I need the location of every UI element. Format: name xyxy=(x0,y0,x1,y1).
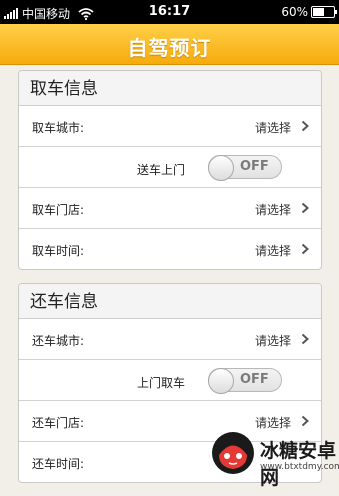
pickup-store-label: 取车门店: xyxy=(32,203,85,217)
pickup-city-value: 请选择 xyxy=(254,121,291,135)
pickup-time-row[interactable]: 取车时间: 请选择 xyxy=(19,229,321,269)
return-city-label: 还车城市: xyxy=(32,334,85,348)
return-city-value: 请选择 xyxy=(254,334,291,348)
pickup-time-label: 取车时间: xyxy=(32,244,85,258)
watermark-url: www.btxtdmy.com xyxy=(260,462,339,472)
status-bar: 中国移动 16:17 60% xyxy=(0,0,339,24)
chevron-right-icon xyxy=(301,333,309,345)
collection-toggle-row: 上门取车 OFF xyxy=(19,360,321,401)
delivery-switch[interactable]: OFF xyxy=(208,155,282,181)
watermark: 冰糖安卓网 www.btxtdmy.com xyxy=(210,430,339,489)
page-title: 自驾预订 xyxy=(127,36,212,60)
return-city-row[interactable]: 还车城市: 请选择 xyxy=(19,319,321,360)
collection-toggle-label: 上门取车 xyxy=(137,376,186,390)
pickup-store-value: 请选择 xyxy=(254,203,291,217)
pickup-section: 取车信息 取车城市: 请选择 送车上门 OFF 取车门店: 请选择 取车时间: … xyxy=(18,70,322,270)
watermark-logo-icon xyxy=(212,432,254,474)
return-store-label: 还车门店: xyxy=(32,416,85,430)
chevron-right-icon xyxy=(301,120,309,132)
pickup-section-header: 取车信息 xyxy=(19,71,321,106)
delivery-toggle-label: 送车上门 xyxy=(137,163,186,177)
chevron-right-icon xyxy=(301,202,309,214)
nav-bar: 自驾预订 xyxy=(0,24,339,65)
switch-knob xyxy=(208,155,234,181)
battery-percent: 60% xyxy=(281,5,308,19)
chevron-right-icon xyxy=(301,243,309,255)
status-right: 60% xyxy=(281,5,337,19)
collection-switch[interactable]: OFF xyxy=(208,368,282,394)
switch-state-text: OFF xyxy=(240,159,269,174)
chevron-right-icon xyxy=(301,415,309,427)
return-time-label: 还车时间: xyxy=(32,457,85,471)
pickup-city-row[interactable]: 取车城市: 请选择 xyxy=(19,106,321,147)
switch-state-text: OFF xyxy=(240,372,269,387)
switch-knob xyxy=(208,368,234,394)
return-section-header: 还车信息 xyxy=(19,284,321,319)
pickup-time-value: 请选择 xyxy=(254,244,291,258)
return-store-value: 请选择 xyxy=(254,416,291,430)
battery-icon xyxy=(311,6,337,18)
pickup-store-row[interactable]: 取车门店: 请选择 xyxy=(19,188,321,229)
delivery-toggle-row: 送车上门 OFF xyxy=(19,147,321,188)
pickup-city-label: 取车城市: xyxy=(32,121,85,135)
